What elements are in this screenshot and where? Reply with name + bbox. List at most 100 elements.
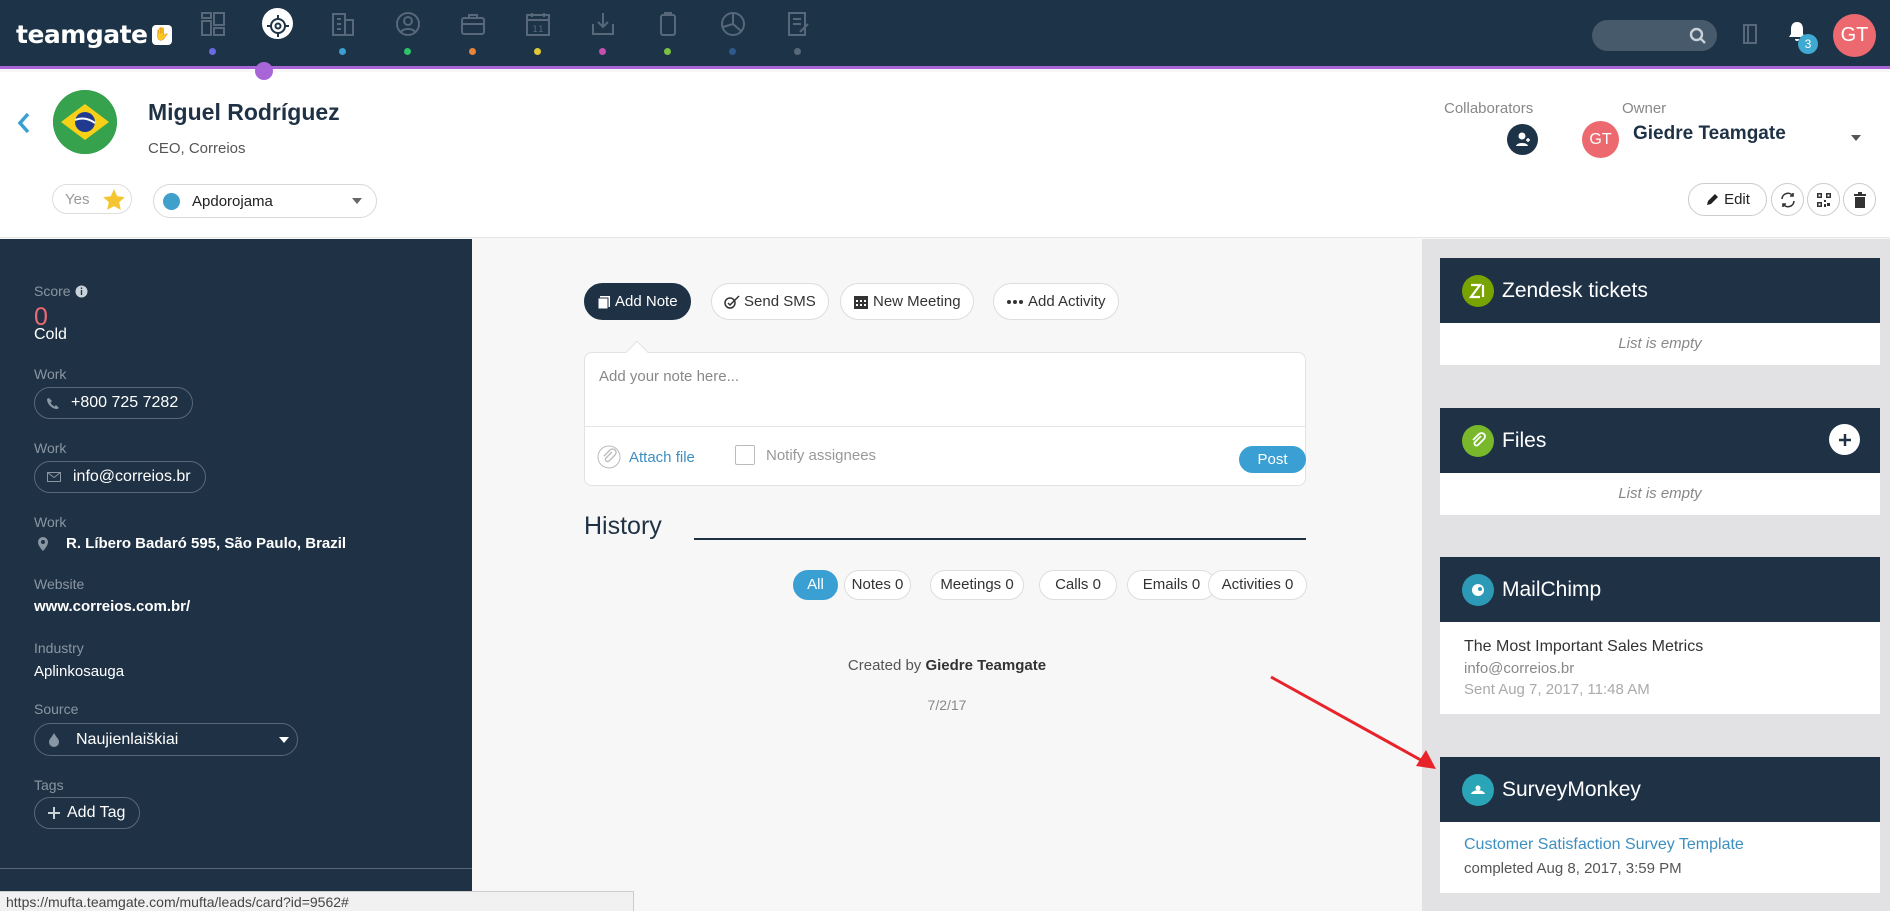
campaign-entry: The Most Important Sales Metrics info@co… <box>1440 622 1880 714</box>
note-composer: Add your note here... Attach file Notify… <box>584 340 1306 486</box>
app-root: teamgate ✋ 11 3 GT Miguel Rodríguez CEO,… <box>0 0 1890 911</box>
website-link[interactable]: www.correios.com.br/ <box>34 598 190 615</box>
created-by-prefix: Created by <box>847 657 922 674</box>
integrations-column: Zendesk tickets List is empty Files List… <box>1422 239 1890 911</box>
edit-button[interactable]: Edit <box>1688 183 1767 216</box>
filter-calls[interactable]: Calls 0 <box>1039 570 1117 600</box>
paperclip-icon <box>597 445 621 469</box>
add-file-button[interactable] <box>1829 424 1860 455</box>
email-address: info@correios.br <box>73 468 191 485</box>
tab-add-note[interactable]: Add Note <box>584 283 691 320</box>
star-icon[interactable] <box>101 187 127 213</box>
trash-icon <box>1853 191 1866 208</box>
notifications-button[interactable]: 3 <box>1785 20 1818 54</box>
post-button[interactable]: Post <box>1239 446 1306 473</box>
survey-link[interactable]: Customer Satisfaction Survey Template <box>1464 836 1856 854</box>
search-icon[interactable] <box>1689 27 1707 45</box>
address-row[interactable]: R. Líbero Badaró 595, São Paulo, Brazil <box>38 535 346 552</box>
more-dots-icon <box>1007 299 1023 304</box>
created-by-line: Created by Giedre Teamgate <box>472 657 1422 674</box>
teamgate-logo[interactable]: teamgate ✋ <box>16 20 172 49</box>
widget-title: MailChimp <box>1502 577 1602 601</box>
add-user-icon <box>1516 132 1530 146</box>
address-label: Work <box>34 514 67 530</box>
created-by-user[interactable]: Giedre Teamgate <box>925 657 1046 674</box>
calendar-icon <box>854 295 868 309</box>
phone-label: Work <box>34 366 67 382</box>
owner-avatar: GT <box>1582 121 1619 158</box>
phone-number: +800 725 7282 <box>71 394 179 411</box>
owner-dropdown-chevron-icon[interactable] <box>1851 135 1861 141</box>
send-icon <box>724 294 740 309</box>
tasks-icon[interactable] <box>765 8 830 58</box>
widget-title: Zendesk tickets <box>1502 278 1648 302</box>
lead-details-panel: Score 0 Cold Work +800 725 7282 Work inf… <box>0 239 472 911</box>
plus-icon <box>1838 433 1851 446</box>
campaign-sent-date: Sent Aug 7, 2017, 11:48 AM <box>1464 681 1650 698</box>
source-select[interactable]: Naujienlaiškiai <box>34 723 298 756</box>
delete-button[interactable] <box>1843 183 1876 216</box>
filter-notes[interactable]: Notes 0 <box>844 570 911 600</box>
tab-new-meeting[interactable]: New Meeting <box>840 283 974 320</box>
score-label: Score <box>34 283 71 299</box>
calendar-icon[interactable]: 11 <box>505 8 570 58</box>
deals-icon[interactable] <box>440 8 505 58</box>
notify-assignees-checkbox[interactable]: Notify assignees <box>735 445 876 465</box>
add-collaborator-button[interactable] <box>1507 124 1538 155</box>
tab-send-sms[interactable]: Send SMS <box>711 283 829 320</box>
website-label: Website <box>34 576 85 592</box>
notebook-icon[interactable] <box>1742 23 1758 45</box>
note-input[interactable]: Add your note here... <box>599 368 739 385</box>
global-search-input[interactable] <box>1592 20 1717 51</box>
qr-code-icon <box>1816 192 1831 207</box>
refresh-button[interactable] <box>1771 183 1804 216</box>
campaign-email: info@correios.br <box>1464 660 1575 677</box>
zendesk-widget: Zendesk tickets List is empty <box>1440 258 1880 365</box>
leads-icon[interactable] <box>245 8 310 58</box>
documents-icon[interactable] <box>635 8 700 58</box>
chevron-down-icon <box>352 198 362 204</box>
contact-title: CEO, Correios <box>148 140 246 157</box>
source-value: Naujienlaiškiai <box>76 731 179 748</box>
filter-meetings[interactable]: Meetings 0 <box>930 570 1024 600</box>
campaign-title[interactable]: The Most Important Sales Metrics <box>1464 638 1856 656</box>
back-chevron-icon[interactable] <box>16 111 32 135</box>
favorite-toggle[interactable]: Yes <box>52 184 132 214</box>
active-module-line <box>0 66 1890 69</box>
zendesk-icon <box>1462 274 1494 307</box>
lead-header: Miguel Rodríguez CEO, Correios Yes Apdor… <box>0 72 1890 238</box>
info-icon[interactable] <box>75 285 88 298</box>
stage-select[interactable]: Apdorojama <box>153 184 377 218</box>
module-nav: 11 <box>180 8 830 58</box>
companies-icon[interactable] <box>310 8 375 58</box>
files-widget: Files List is empty <box>1440 408 1880 515</box>
phone-pill[interactable]: +800 725 7282 <box>34 387 194 419</box>
widget-header: MailChimp <box>1440 557 1880 622</box>
filter-emails[interactable]: Emails 0 <box>1127 570 1216 600</box>
paperclip-icon <box>1462 424 1494 457</box>
contacts-icon[interactable] <box>375 8 440 58</box>
dashboard-icon[interactable] <box>180 8 245 58</box>
checkbox-box[interactable] <box>735 445 755 465</box>
attach-file-button[interactable]: Attach file <box>597 445 695 469</box>
reports-icon[interactable] <box>700 8 765 58</box>
add-tag-button[interactable]: Add Tag <box>34 797 141 829</box>
tab-add-activity[interactable]: Add Activity <box>993 283 1119 320</box>
filter-activities[interactable]: Activities 0 <box>1208 570 1307 600</box>
widget-header: Zendesk tickets <box>1440 258 1880 323</box>
stage-value: Apdorojama <box>192 193 273 210</box>
tab-label: Add Note <box>615 293 678 310</box>
country-flag-avatar <box>53 90 117 154</box>
owner-name[interactable]: Giedre Teamgate <box>1633 123 1786 145</box>
tab-label: New Meeting <box>873 293 961 310</box>
drop-icon <box>49 733 59 747</box>
owner-label: Owner <box>1622 100 1667 117</box>
chevron-down-icon <box>279 737 289 743</box>
widget-header: SurveyMonkey <box>1440 757 1880 822</box>
email-pill[interactable]: info@correios.br <box>34 461 206 493</box>
activity-feed: Add Note Send SMS New Meeting Add Activi… <box>472 239 1422 911</box>
qr-code-button[interactable] <box>1807 183 1840 216</box>
import-icon[interactable] <box>570 8 635 58</box>
filter-all[interactable]: All <box>793 570 838 600</box>
user-avatar[interactable]: GT <box>1833 14 1876 57</box>
